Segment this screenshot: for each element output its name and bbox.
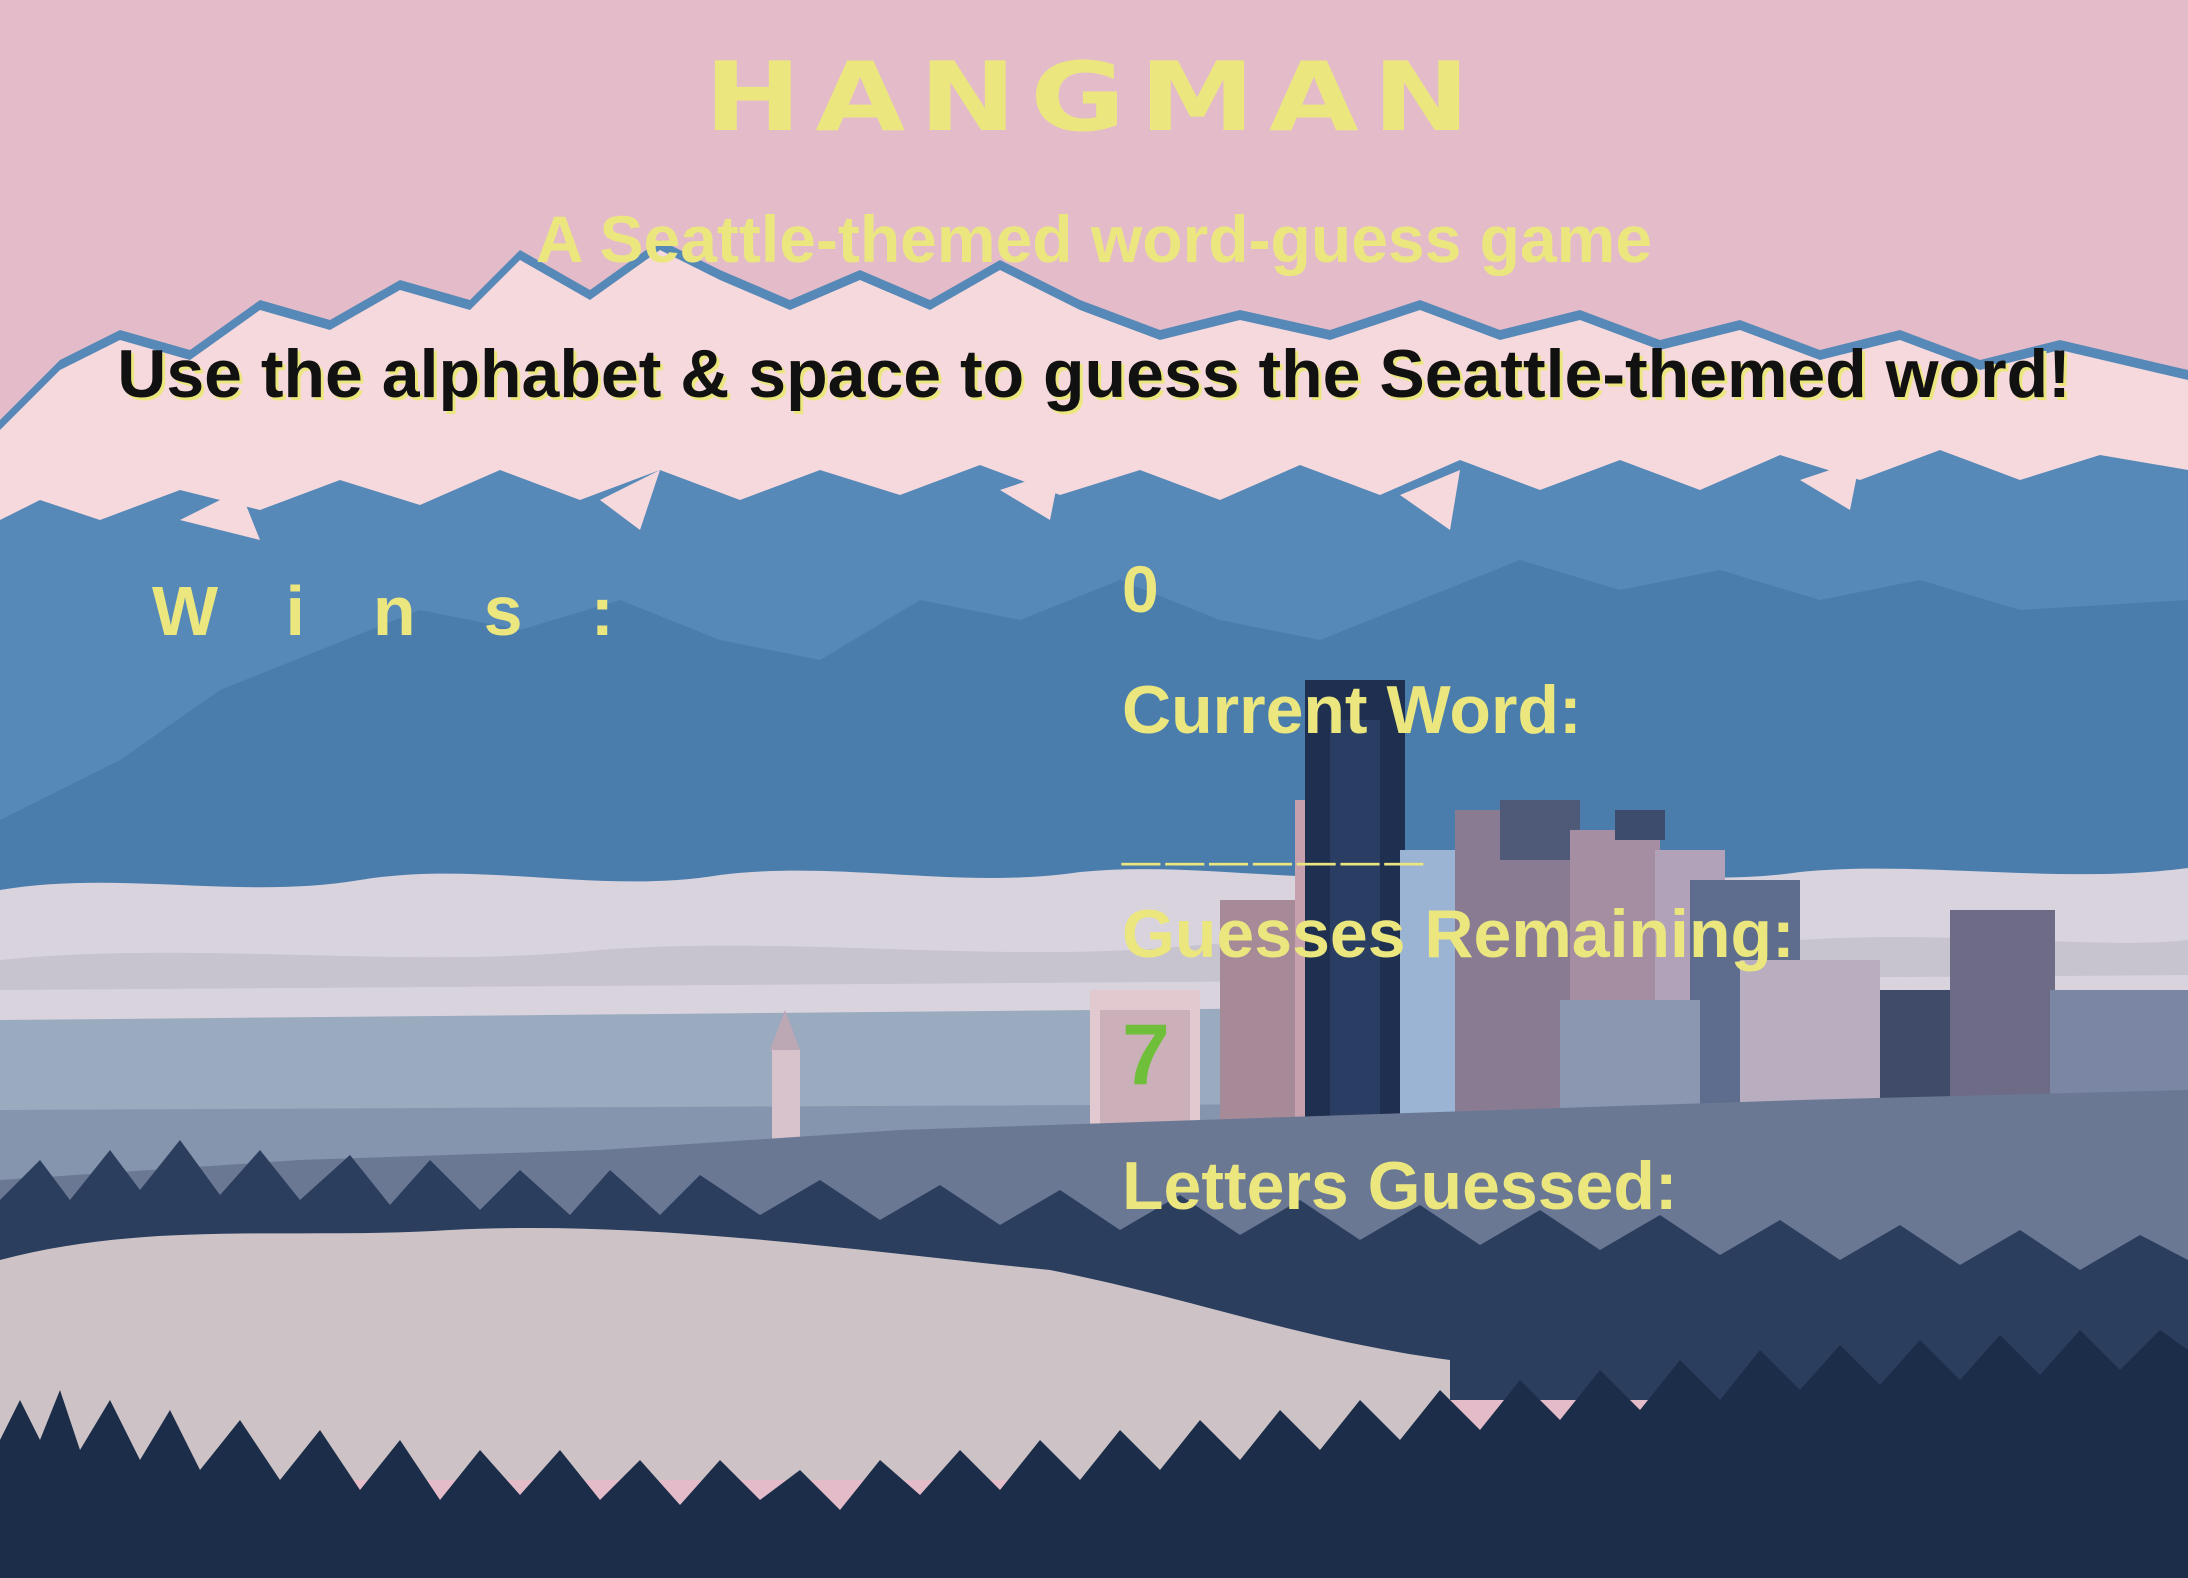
letters-guessed-label: Letters Guessed: (1122, 1148, 1678, 1224)
wins-value: 0 (1122, 552, 1159, 626)
guesses-remaining-value: 7 (1122, 1007, 1170, 1103)
guesses-remaining-label: Guesses Remaining: (1122, 896, 1795, 972)
game-page: HANGMAN A Seattle-themed word-guess game… (0, 0, 2188, 1578)
current-word-display: _______ (1122, 796, 1429, 872)
wins-label: Wins: (152, 572, 682, 650)
current-word-label: Current Word: (1122, 672, 1582, 748)
instructions-text: Use the alphabet & space to guess the Se… (117, 336, 2071, 412)
game-subtitle: A Seattle-themed word-guess game (535, 202, 1653, 276)
game-title: HANGMAN (704, 42, 1484, 153)
